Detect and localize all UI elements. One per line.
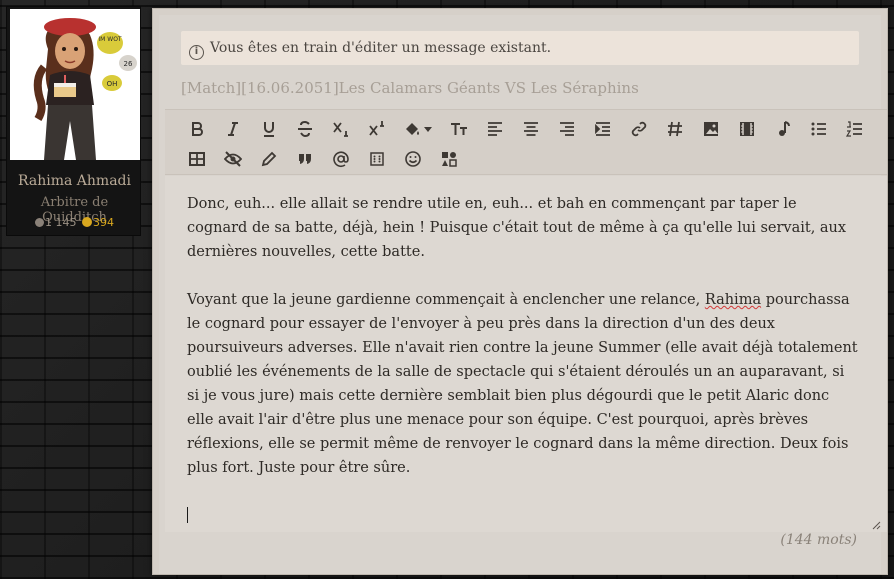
text-caret bbox=[187, 507, 188, 523]
pencil-icon bbox=[261, 151, 277, 167]
fill-color-button[interactable] bbox=[395, 117, 441, 141]
edit-notice-text: Vous êtes en train d'éditer un message e… bbox=[210, 40, 552, 56]
font-size-button[interactable] bbox=[441, 117, 477, 141]
numbered-list-button[interactable] bbox=[837, 117, 873, 141]
bubble-text-3: OH bbox=[107, 80, 118, 88]
underline-icon bbox=[264, 122, 274, 137]
post-editor-inner: i Vous êtes en train d'éditer un message … bbox=[159, 15, 887, 574]
video-icon bbox=[740, 122, 754, 136]
video-button[interactable] bbox=[729, 117, 765, 141]
message-paragraph-1: Donc, euh... elle allait se rendre utile… bbox=[187, 196, 847, 260]
align-left-button[interactable] bbox=[477, 117, 513, 141]
avatar[interactable]: IM WOT 26 OH bbox=[10, 9, 140, 160]
message-count: 1 145 bbox=[45, 216, 77, 229]
color-palette-button[interactable] bbox=[431, 147, 467, 171]
music-icon bbox=[779, 121, 790, 136]
quote-icon bbox=[299, 154, 311, 164]
message-paragraph-2: Voyant que la jeune gardienne commençait… bbox=[187, 288, 859, 480]
subject-field[interactable]: [Match][16.06.2051]Les Calamars Géants V… bbox=[181, 79, 861, 97]
mention-icon bbox=[333, 151, 349, 168]
info-icon: i bbox=[189, 45, 204, 60]
align-center-button[interactable] bbox=[513, 117, 549, 141]
hashtag-button[interactable] bbox=[657, 117, 693, 141]
underline-button[interactable] bbox=[251, 117, 287, 141]
subscript-button[interactable] bbox=[323, 117, 359, 141]
bold-icon bbox=[192, 122, 203, 136]
link-button[interactable] bbox=[621, 117, 657, 141]
link-icon bbox=[631, 121, 647, 137]
coin-icon bbox=[82, 217, 92, 227]
message-textarea[interactable]: Donc, euh... elle allait se rendre utile… bbox=[165, 176, 887, 532]
edit-notice: i Vous êtes en train d'éditer un message … bbox=[181, 31, 859, 65]
bullet-list-button[interactable] bbox=[801, 117, 837, 141]
strikethrough-icon bbox=[298, 120, 312, 138]
superscript-button[interactable] bbox=[359, 117, 395, 141]
align-right-button[interactable] bbox=[549, 117, 585, 141]
user-profile-card: IM WOT 26 OH Rahima Ahmadi Arbitre de Qu… bbox=[6, 6, 141, 236]
post-editor-panel: i Vous êtes en train d'éditer un message … bbox=[152, 8, 888, 575]
smiley-button[interactable] bbox=[395, 147, 431, 171]
toolbar-row-2 bbox=[179, 146, 467, 172]
smiley-icon bbox=[405, 151, 421, 167]
align-left-icon bbox=[488, 122, 502, 136]
bubble-text-1: IM WOT bbox=[98, 36, 122, 43]
fill-color-icon bbox=[406, 123, 432, 135]
coin-count: 394 bbox=[93, 216, 114, 229]
indent-icon bbox=[595, 122, 610, 136]
quote-button[interactable] bbox=[287, 147, 323, 171]
profile-username[interactable]: Rahima Ahmadi bbox=[7, 173, 142, 189]
bold-button[interactable] bbox=[179, 117, 215, 141]
message-paragraph-2-after: pourchassa le cognard pour essayer de l'… bbox=[187, 292, 858, 476]
italic-button[interactable] bbox=[215, 117, 251, 141]
italic-icon bbox=[228, 122, 238, 136]
bullet-list-icon bbox=[811, 122, 826, 136]
music-button[interactable] bbox=[765, 117, 801, 141]
table-icon bbox=[189, 152, 205, 166]
hide-icon bbox=[224, 151, 242, 167]
bubble-text-2: 26 bbox=[124, 60, 133, 68]
dice-button[interactable] bbox=[359, 147, 395, 171]
hashtag-icon bbox=[668, 121, 682, 137]
align-right-icon bbox=[560, 122, 574, 136]
message-paragraph-2-before: Voyant que la jeune gardienne commençait… bbox=[187, 292, 705, 308]
pencil-button[interactable] bbox=[251, 147, 287, 171]
mention-button[interactable] bbox=[323, 147, 359, 171]
toolbar-row-1 bbox=[179, 116, 873, 142]
hide-button[interactable] bbox=[215, 147, 251, 171]
image-icon bbox=[704, 122, 718, 136]
resize-handle-icon[interactable] bbox=[871, 520, 881, 530]
table-button[interactable] bbox=[179, 147, 215, 171]
profile-stats: 1 145 394 bbox=[7, 216, 142, 229]
message-count-icon bbox=[35, 218, 44, 227]
color-palette-icon bbox=[442, 152, 457, 167]
indent-button[interactable] bbox=[585, 117, 621, 141]
misspelled-word[interactable]: Rahima bbox=[705, 292, 761, 308]
strikethrough-button[interactable] bbox=[287, 117, 323, 141]
align-center-icon bbox=[524, 122, 538, 136]
subscript-icon bbox=[333, 122, 348, 137]
font-size-icon bbox=[451, 123, 467, 135]
numbered-list-icon bbox=[846, 121, 862, 137]
editor-toolbar bbox=[165, 109, 887, 175]
image-button[interactable] bbox=[693, 117, 729, 141]
word-count: (144 mots) bbox=[780, 532, 857, 548]
avatar-illustration: IM WOT 26 OH bbox=[10, 9, 140, 160]
dice-icon bbox=[370, 152, 384, 166]
superscript-icon bbox=[369, 121, 384, 136]
